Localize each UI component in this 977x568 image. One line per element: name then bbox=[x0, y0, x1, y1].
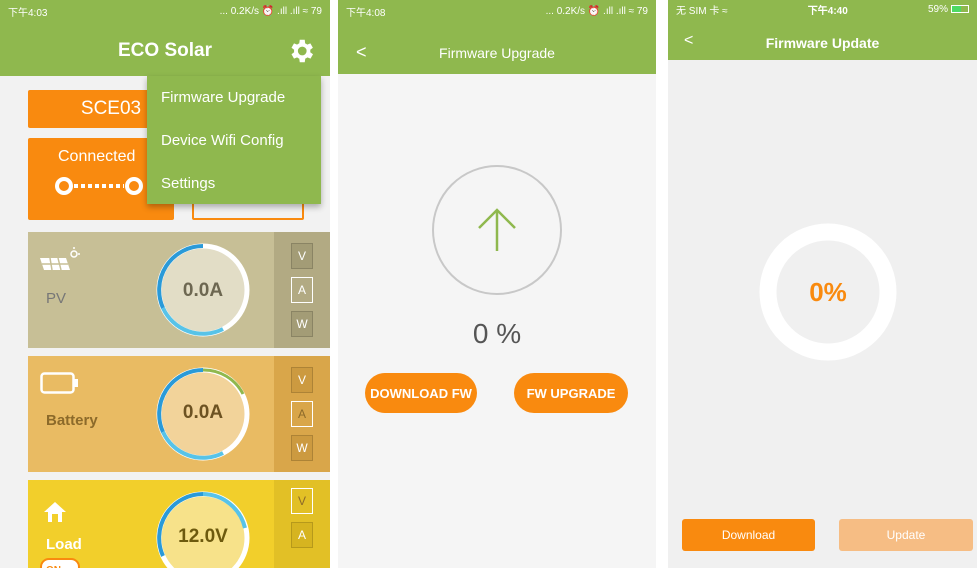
connection-label: Connected bbox=[58, 148, 136, 165]
app-title: ECO Solar bbox=[118, 40, 212, 61]
battery-icon bbox=[40, 372, 78, 394]
solar-panel-icon bbox=[40, 247, 80, 271]
mode-v[interactable]: V bbox=[291, 488, 313, 514]
battery-level bbox=[951, 6, 962, 12]
home-icon bbox=[44, 502, 66, 522]
status-carrier: 无 SIM 卡 ≈ bbox=[676, 5, 728, 17]
load-switch[interactable]: ON bbox=[40, 558, 80, 568]
status-battery: 59% bbox=[928, 4, 969, 15]
menu-item-settings[interactable]: Settings bbox=[147, 162, 321, 205]
progress-text: 0% bbox=[809, 277, 847, 307]
firmware-upgrade-screen: 下午4:08 ... 0.2K/s ⏰ .ıll .ıll ≈ 79 < Fir… bbox=[338, 0, 656, 568]
status-indicators: ... 0.2K/s ⏰ .ıll .ıll ≈ 79 bbox=[219, 5, 322, 17]
menu-item-firmware-upgrade[interactable]: Firmware Upgrade bbox=[147, 76, 321, 119]
battery-mode-selector: V A W bbox=[274, 356, 330, 472]
battery-icon bbox=[950, 5, 969, 13]
mode-v[interactable]: V bbox=[291, 243, 313, 269]
link-icon bbox=[55, 177, 143, 195]
mode-v[interactable]: V bbox=[291, 367, 313, 393]
battery-percent: 59% bbox=[927, 3, 948, 15]
download-fw-button[interactable]: DOWNLOAD FW bbox=[365, 373, 477, 413]
mode-w[interactable]: W bbox=[291, 311, 313, 337]
status-time: 下午4:40 bbox=[807, 5, 848, 17]
download-button[interactable]: Download bbox=[682, 519, 815, 551]
status-indicators: ... 0.2K/s ⏰ .ıll .ıll ≈ 79 bbox=[545, 5, 648, 17]
fw-upgrade-button[interactable]: FW UPGRADE bbox=[514, 373, 628, 413]
load-mode-selector: V A bbox=[274, 480, 330, 568]
pv-card[interactable]: PV 0.0A V A W bbox=[28, 232, 330, 348]
load-label: Load bbox=[46, 536, 82, 553]
pv-label: PV bbox=[46, 290, 67, 307]
mode-a[interactable]: A bbox=[291, 277, 313, 303]
status-bar: 下午4:03 ... 0.2K/s ⏰ .ıll .ıll ≈ 79 bbox=[0, 0, 330, 22]
firmware-update-screen: 无 SIM 卡 ≈ 下午4:40 59% < Firmware Update 0… bbox=[668, 0, 977, 568]
overflow-menu: Firmware Upgrade Device Wifi Config Sett… bbox=[147, 76, 321, 204]
device-name: SCE03 bbox=[80, 98, 142, 119]
battery-card[interactable]: Battery 0.0A V A W bbox=[28, 356, 330, 472]
status-bar: 无 SIM 卡 ≈ 下午4:40 59% bbox=[668, 0, 977, 18]
status-bar: 下午4:08 ... 0.2K/s ⏰ .ıll .ıll ≈ 79 bbox=[338, 0, 656, 22]
pv-mode-selector: V A W bbox=[274, 232, 330, 348]
status-time: 下午4:08 bbox=[346, 7, 386, 19]
update-button[interactable]: Update bbox=[839, 519, 973, 551]
page-title: Firmware Update bbox=[765, 35, 880, 51]
eco-solar-screen: 下午4:03 ... 0.2K/s ⏰ .ıll .ıll ≈ 79 ECO S… bbox=[0, 0, 330, 568]
pv-value: 0.0A bbox=[182, 280, 224, 301]
menu-item-device-wifi-config[interactable]: Device Wifi Config bbox=[147, 119, 321, 162]
gear-icon[interactable] bbox=[286, 36, 316, 66]
status-time: 下午4:03 bbox=[8, 7, 48, 19]
battery-label: Battery bbox=[46, 412, 98, 429]
mode-w[interactable]: W bbox=[291, 435, 313, 461]
battery-value: 0.0A bbox=[182, 402, 224, 423]
progress-text: 0 % bbox=[472, 318, 522, 349]
mode-a[interactable]: A bbox=[291, 522, 313, 548]
mode-a[interactable]: A bbox=[291, 401, 313, 427]
load-card[interactable]: Load ON 12.0V V A bbox=[28, 480, 330, 568]
load-value: 12.0V bbox=[178, 526, 228, 547]
page-title: Firmware Upgrade bbox=[439, 45, 555, 61]
arrow-up-icon bbox=[478, 208, 516, 251]
